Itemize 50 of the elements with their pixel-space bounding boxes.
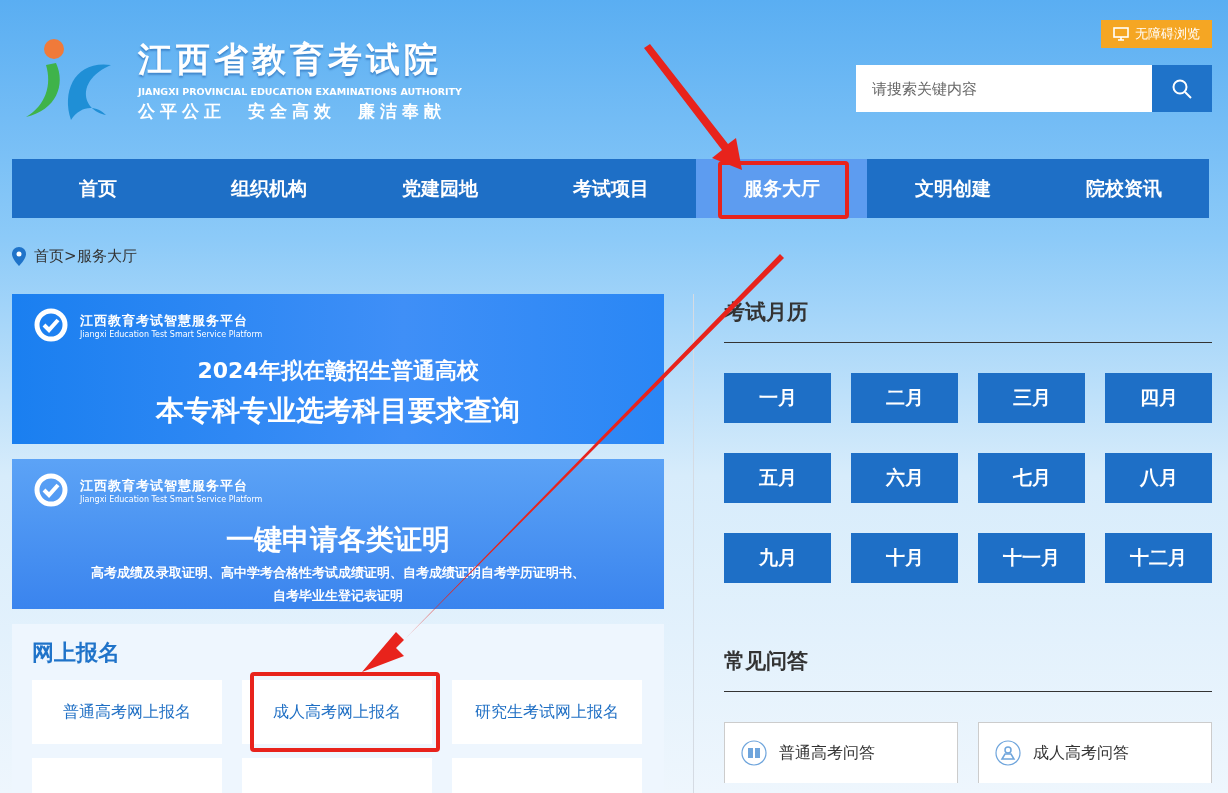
nav-tab[interactable]: 院校资讯 <box>1038 159 1209 218</box>
check-logo-icon <box>34 473 68 507</box>
faq-icon <box>995 740 1021 766</box>
search-button[interactable] <box>1152 65 1212 112</box>
location-pin-icon <box>12 246 26 266</box>
monitor-icon <box>1113 27 1129 41</box>
month-button[interactable]: 六月 <box>851 453 958 503</box>
site-subtitle: JIANGXI PROVINCIAL EDUCATION EXAMINATIONS AUTHORITY <box>138 86 462 97</box>
nav-tab[interactable]: 党建园地 <box>354 159 525 218</box>
month-button[interactable]: 十一月 <box>978 533 1085 583</box>
promo-banner[interactable]: 江西教育考试智慧服务平台 Jiangxi Education Test Smart Service Platform 一键申请各类证明 高考成绩及录取证明、高中学考合格性考试成绩证明、自考成绩证明自考学历证明书、 自考毕业生登记表证明 <box>12 459 664 609</box>
section-title: 常见问答 <box>724 643 1212 692</box>
month-button[interactable]: 二月 <box>851 373 958 423</box>
section-title: 网上报名 <box>32 639 121 667</box>
month-button[interactable]: 四月 <box>1105 373 1212 423</box>
month-button[interactable]: 九月 <box>724 533 831 583</box>
check-logo-icon <box>34 308 68 342</box>
banner-text: 高考成绩及录取证明、高中学考合格性考试成绩证明、自考成绩证明自考学历证明书、 <box>90 565 586 582</box>
nav-tab[interactable]: 组织机构 <box>183 159 354 218</box>
registration-link[interactable]: 普通高考网上报名 <box>32 680 222 744</box>
site-motto: 公平公正 安全高效 廉洁奉献 <box>138 100 447 123</box>
month-button[interactable]: 七月 <box>978 453 1085 503</box>
faq-icon <box>741 740 767 766</box>
platform-english-name: Jiangxi Education Test Smart Service Platform <box>80 329 263 339</box>
month-button[interactable]: 八月 <box>1105 453 1212 503</box>
banner-text: 一键申请各类证明 <box>225 522 451 558</box>
site-title: 江西省教育考试院 <box>138 38 443 81</box>
month-button[interactable]: 三月 <box>978 373 1085 423</box>
month-button[interactable]: 一月 <box>724 373 831 423</box>
registration-link[interactable]: 成人高考网上报名 <box>242 680 432 744</box>
month-button[interactable]: 十月 <box>851 533 958 583</box>
banner-text: 自考毕业生登记表证明 <box>272 588 404 605</box>
month-button[interactable]: 十二月 <box>1105 533 1212 583</box>
promo-banner[interactable]: 江西教育考试智慧服务平台 Jiangxi Education Test Smart Service Platform 2024年拟在赣招生普通高校 本专科专业选考科目要求查询 <box>12 294 664 444</box>
breadcrumb: 首页>服务大厅 <box>34 246 137 266</box>
faq-link[interactable]: 普通高考问答 <box>724 722 958 783</box>
search-field[interactable]: 请搜索关键内容 <box>856 65 1152 112</box>
banner-text: 2024年拟在赣招生普通高校 <box>196 357 480 385</box>
platform-english-name: Jiangxi Education Test Smart Service Platform <box>80 494 263 504</box>
banner-text: 本专科专业选考科目要求查询 <box>154 393 521 429</box>
platform-name: 江西教育考试智慧服务平台 <box>80 311 249 330</box>
faq-link[interactable]: 成人高考问答 <box>978 722 1212 783</box>
nav-tab[interactable]: 文明创建 <box>867 159 1038 218</box>
platform-name: 江西教育考试智慧服务平台 <box>80 476 249 495</box>
registration-link[interactable]: 研究生考试网上报名 <box>452 680 642 744</box>
search-icon <box>1172 78 1192 99</box>
month-button[interactable]: 五月 <box>724 453 831 503</box>
nav-tab[interactable]: 首页 <box>12 159 183 218</box>
nav-tab[interactable]: 服务大厅 <box>696 159 867 218</box>
nav-tab[interactable]: 考试项目 <box>525 159 696 218</box>
